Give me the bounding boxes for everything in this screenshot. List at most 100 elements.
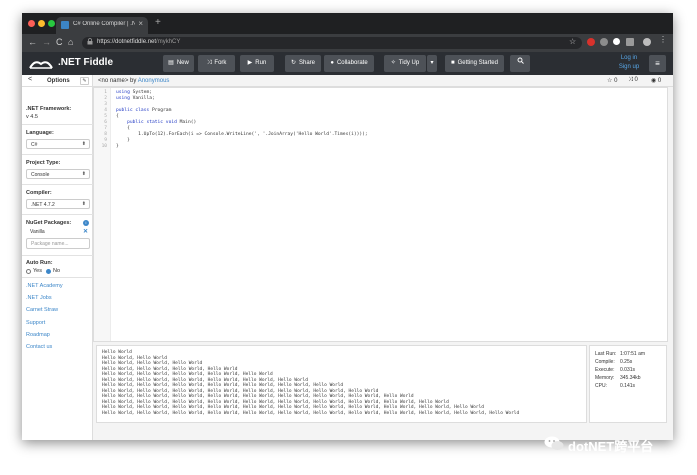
extension-square-icon[interactable] xyxy=(626,38,634,46)
language-select-value: C# xyxy=(31,142,38,148)
url-path: /mykhCY xyxy=(156,39,181,45)
auto-run-label: Auto Run: xyxy=(26,260,53,266)
window-minimize-dot[interactable] xyxy=(38,20,45,27)
window-maximize-dot[interactable] xyxy=(48,20,55,27)
star-count[interactable]: ☆ 0 xyxy=(607,77,617,84)
divider xyxy=(22,184,93,185)
last-run-label: Last Run: xyxy=(595,351,617,357)
auto-run-yes-radio[interactable] xyxy=(26,269,31,274)
extension-grey-icon[interactable] xyxy=(600,38,608,46)
browser-menu-icon[interactable]: ⋮ xyxy=(659,35,667,44)
browser-tab[interactable]: C# Online Compiler | .NET Fid × xyxy=(56,17,148,34)
project-type-select[interactable]: Console ⬍ xyxy=(26,169,90,179)
package-name-placeholder: Package name... xyxy=(31,241,69,247)
line-number: 1 xyxy=(104,90,107,95)
line-number: 2 xyxy=(104,96,107,101)
tidy-up-button[interactable]: ✧ Tidy Up xyxy=(384,55,426,72)
share-button[interactable]: ↻ Share xyxy=(285,55,321,72)
play-icon: ▶ xyxy=(247,60,253,66)
line-number: 7 xyxy=(104,126,107,131)
window-close-dot[interactable] xyxy=(28,20,35,27)
select-caret-icon: ⬍ xyxy=(81,141,86,147)
info-icon[interactable]: i xyxy=(83,220,89,226)
browser-address-bar: ← → C ⌂ https://dotnetfiddle.net/mykhCY … xyxy=(22,34,673,52)
compile-label: Compile: xyxy=(595,359,615,365)
sidebar-link-carnet-straw[interactable]: Carnet Straw xyxy=(26,307,58,313)
reload-icon[interactable]: C xyxy=(56,37,63,47)
language-select[interactable]: C# ⬍ xyxy=(26,139,90,149)
code-keyword: public class xyxy=(116,108,152,113)
new-tab-button[interactable]: + xyxy=(155,17,161,28)
extension-user-icon[interactable] xyxy=(643,38,651,46)
output-line: Hello World, Hello World, Hello World, H… xyxy=(102,410,520,416)
run-stats-panel: Last Run: 1:07:51 am Compile: 0.25s Exec… xyxy=(589,345,667,423)
sidebar-link-contact[interactable]: Contact us xyxy=(26,344,52,350)
select-caret-icon: ⬍ xyxy=(81,201,86,207)
memory-label: Memory: xyxy=(595,375,615,381)
code-editor[interactable]: 1 2 3 4 5 6 7 8 9 10 using System; using… xyxy=(93,87,668,342)
signup-link[interactable]: Sign up xyxy=(616,63,642,72)
remove-package-icon[interactable]: ✕ xyxy=(83,228,88,235)
extension-circle-icon[interactable] xyxy=(613,38,620,45)
brand-title[interactable]: .NET Fiddle xyxy=(58,57,113,68)
divider xyxy=(22,255,93,256)
new-button[interactable]: ▤ New xyxy=(163,55,194,72)
forward-arrow-icon[interactable]: → xyxy=(42,37,51,47)
auth-links: Log in Sign up xyxy=(616,54,642,72)
code-line: using System; xyxy=(116,90,152,95)
watermark-text: dotNET跨平台 xyxy=(568,439,654,454)
select-caret-icon: ⬍ xyxy=(81,171,86,177)
getting-started-button[interactable]: ■ Getting Started xyxy=(445,55,504,72)
output-line: Hello World xyxy=(102,350,132,355)
bookmark-star-icon[interactable]: ☆ xyxy=(569,37,576,46)
fiddle-author-link[interactable]: Anonymous xyxy=(138,78,170,84)
divider xyxy=(22,154,93,155)
code-line: 1.UpTo(12).ForEach(i => Console.WriteLin… xyxy=(116,132,368,137)
tidy-up-dropdown[interactable]: ▾ xyxy=(427,55,437,72)
caret-down-icon: ▾ xyxy=(430,60,434,66)
share-icon: ↻ xyxy=(290,60,296,66)
line-number: 5 xyxy=(104,114,107,119)
back-arrow-icon[interactable]: ← xyxy=(28,37,37,47)
project-type-label: Project Type: xyxy=(26,160,61,166)
sidebar-link-support[interactable]: Support xyxy=(26,320,45,326)
sidebar-link-academy[interactable]: .NET Academy xyxy=(26,283,63,289)
home-icon[interactable]: ⌂ xyxy=(68,37,73,47)
line-number: 6 xyxy=(104,120,107,125)
run-button[interactable]: ▶ Run xyxy=(240,55,274,72)
code-text: Program xyxy=(151,108,172,113)
compiler-value: .NET 4.7.2 xyxy=(31,202,55,208)
star-icon: ☆ xyxy=(607,78,613,84)
search-button[interactable] xyxy=(510,55,530,72)
fiddle-name: <no name> xyxy=(98,78,129,84)
tab-close-icon[interactable]: × xyxy=(138,19,143,28)
hamburger-menu-icon[interactable]: ≡ xyxy=(649,55,666,72)
new-button-label: New xyxy=(176,60,189,66)
sidebar-link-jobs[interactable]: .NET Jobs xyxy=(26,295,52,301)
line-number: 10 xyxy=(101,144,107,149)
url-text: https://dotnetfiddle.net/mykhCY xyxy=(97,39,180,45)
code-text: } xyxy=(116,144,119,149)
memory-value: 345.34kb xyxy=(620,375,641,381)
url-input[interactable]: https://dotnetfiddle.net/mykhCY xyxy=(82,37,582,49)
code-line: public static void Main() xyxy=(116,120,196,125)
chevron-left-icon[interactable]: < xyxy=(28,76,32,83)
compiler-select[interactable]: .NET 4.7.2 ⬍ xyxy=(26,199,90,209)
fork-icon: ⤨ xyxy=(206,60,212,66)
output-line: Hello World, Hello World xyxy=(102,355,168,361)
pencil-icon[interactable]: ✎ xyxy=(80,77,89,85)
login-link[interactable]: Log in xyxy=(616,54,642,63)
output-console[interactable]: Hello World Hello World, Hello World Hel… xyxy=(96,345,587,423)
book-icon: ■ xyxy=(451,60,455,66)
package-name-input[interactable]: Package name... xyxy=(26,238,90,249)
auto-run-no-radio[interactable] xyxy=(46,269,51,274)
extension-opera-icon[interactable] xyxy=(587,38,595,46)
collaborate-button-label: Collaborate xyxy=(336,60,368,66)
sidebar-link-roadmap[interactable]: Roadmap xyxy=(26,332,50,338)
fork-button[interactable]: ⤨ Fork xyxy=(198,55,235,72)
code-keyword: using xyxy=(116,90,133,95)
fiddle-logo-icon[interactable] xyxy=(29,56,53,70)
code-line: { xyxy=(116,114,119,119)
collaborate-button[interactable]: ● Collaborate xyxy=(324,55,374,72)
line-number: 3 xyxy=(104,102,107,107)
